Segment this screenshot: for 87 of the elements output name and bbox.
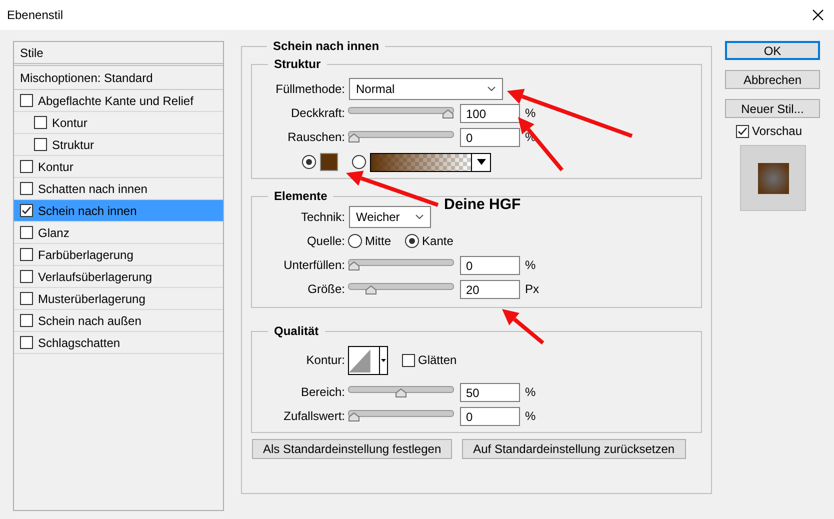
- checkbox[interactable]: [20, 336, 33, 349]
- dropdown[interactable]: Normal: [349, 78, 503, 100]
- unit-label: Px: [525, 282, 540, 296]
- radio-option[interactable]: Mitte: [348, 234, 392, 248]
- option-label: Kante: [422, 234, 454, 248]
- radio-button[interactable]: [405, 234, 420, 248]
- arrow: [502, 309, 544, 345]
- list-item[interactable]: Mischoptionen: Standard: [14, 66, 223, 90]
- style-list-item[interactable]: Kontur: [14, 112, 223, 134]
- radio-button[interactable]: [348, 234, 362, 248]
- style-list-item[interactable]: Musterüberlagerung: [14, 288, 223, 310]
- slider[interactable]: [348, 385, 454, 399]
- contour-picker[interactable]: [348, 346, 388, 374]
- style-list-item[interactable]: Farbüberlagerung: [14, 244, 223, 266]
- unit-label: %: [525, 258, 536, 272]
- checkbox[interactable]: [20, 226, 33, 239]
- checkbox[interactable]: [20, 248, 33, 261]
- style-list-item[interactable]: Schlagschatten: [14, 332, 223, 354]
- style-list-item[interactable]: Glanz: [14, 222, 223, 244]
- section-title: Struktur: [273, 57, 322, 71]
- field-label: Größe:: [306, 282, 346, 296]
- style-list-item[interactable]: Schein nach außen: [14, 310, 223, 332]
- list-header: Stile: [14, 42, 223, 66]
- checkbox[interactable]: [20, 182, 33, 195]
- button[interactable]: OK: [725, 41, 820, 60]
- style-list-item[interactable]: Kontur: [14, 156, 223, 178]
- section-title: Schein nach innen: [272, 39, 380, 53]
- checkbox[interactable]: [20, 270, 33, 283]
- number-field[interactable]: 0: [460, 406, 520, 426]
- style-list-item[interactable]: Struktur: [14, 134, 223, 156]
- color-swatch[interactable]: [320, 153, 338, 171]
- close-icon[interactable]: [812, 9, 824, 21]
- button[interactable]: Auf Standardeinstellung zurücksetzen: [462, 439, 686, 459]
- section-title: Qualität: [273, 324, 320, 338]
- field-label: Füllmethode:: [274, 82, 346, 96]
- checkbox[interactable]: [20, 314, 33, 327]
- field-label: Technik:: [300, 210, 346, 224]
- checkbox[interactable]: [20, 204, 33, 217]
- preview-square: [758, 162, 788, 194]
- unit-label: %: [525, 385, 536, 399]
- unit-label: %: [525, 409, 536, 423]
- field-label: Zufallswert:: [282, 409, 346, 423]
- gradient-picker[interactable]: [370, 152, 491, 172]
- caret-icon: [380, 358, 386, 362]
- checkbox-label: Vorschau: [752, 124, 802, 138]
- number-field[interactable]: 50: [460, 382, 520, 402]
- checkbox[interactable]: [20, 94, 33, 107]
- checkbox[interactable]: [34, 116, 47, 129]
- radio-button[interactable]: [352, 155, 366, 169]
- number-field[interactable]: 20: [460, 280, 520, 298]
- number-field[interactable]: 0: [460, 256, 520, 274]
- number-field[interactable]: 100: [460, 104, 520, 122]
- slider[interactable]: [348, 258, 454, 272]
- field-label: Rauschen:: [286, 130, 346, 144]
- number-field[interactable]: 0: [460, 128, 520, 146]
- slider[interactable]: [348, 282, 454, 296]
- field-label: Kontur:: [305, 353, 346, 367]
- button[interactable]: Neuer Stil...: [725, 99, 820, 118]
- field-label: Quelle:: [306, 234, 346, 248]
- radio-button[interactable]: [302, 155, 316, 169]
- chevron-icon: [487, 86, 496, 92]
- dropdown[interactable]: Weicher: [349, 206, 431, 228]
- unit-label: %: [525, 106, 536, 120]
- field-label: Bereich:: [300, 385, 346, 399]
- field-label: Unterfüllen:: [282, 258, 346, 272]
- caret-icon: [476, 159, 486, 165]
- slider[interactable]: [348, 409, 454, 423]
- section-title: Elemente: [273, 189, 328, 203]
- checkbox[interactable]: [736, 124, 749, 138]
- radio-option[interactable]: Kante: [405, 234, 454, 248]
- annotation-text: Deine HGF: [444, 196, 521, 213]
- checkbox[interactable]: [402, 354, 415, 366]
- style-list-item[interactable]: Schein nach innen: [14, 200, 223, 222]
- option-label: Mitte: [365, 234, 392, 248]
- window-title: Ebenenstil: [7, 8, 64, 22]
- button[interactable]: Als Standardeinstellung festlegen: [252, 439, 452, 459]
- style-list-item[interactable]: Abgeflachte Kante und Relief: [14, 90, 223, 112]
- style-list-item[interactable]: Verlaufsüberlagerung: [14, 266, 223, 288]
- slider[interactable]: [348, 106, 454, 120]
- field-label: Deckkraft:: [290, 106, 346, 120]
- chevron-icon: [415, 214, 424, 220]
- checkbox[interactable]: [20, 292, 33, 305]
- checkbox[interactable]: [34, 138, 47, 151]
- checkbox-label: Glätten: [418, 353, 457, 367]
- checkbox[interactable]: [20, 160, 33, 173]
- button[interactable]: Abbrechen: [725, 70, 820, 89]
- slider[interactable]: [348, 130, 454, 144]
